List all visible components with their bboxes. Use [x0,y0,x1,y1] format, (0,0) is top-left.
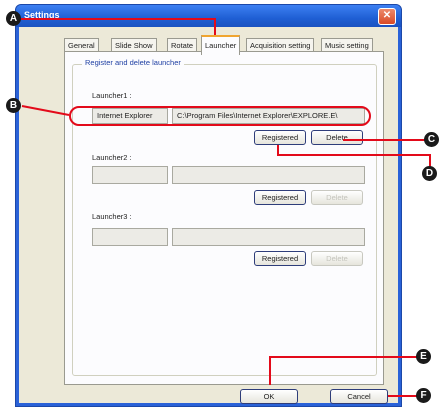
callout-line-d [277,145,431,168]
callout-a: A [6,11,21,26]
tab-launcher[interactable]: Launcher [201,35,241,55]
callout-b: B [6,98,21,113]
callout-lines [21,18,431,397]
callout-line-b [21,105,70,116]
callout-f: F [416,388,431,403]
callout-line-e [269,356,423,385]
callout-e: E [416,349,431,364]
callout-line-a [21,18,216,37]
callout-d: D [422,166,437,181]
callout-c: C [424,132,439,147]
